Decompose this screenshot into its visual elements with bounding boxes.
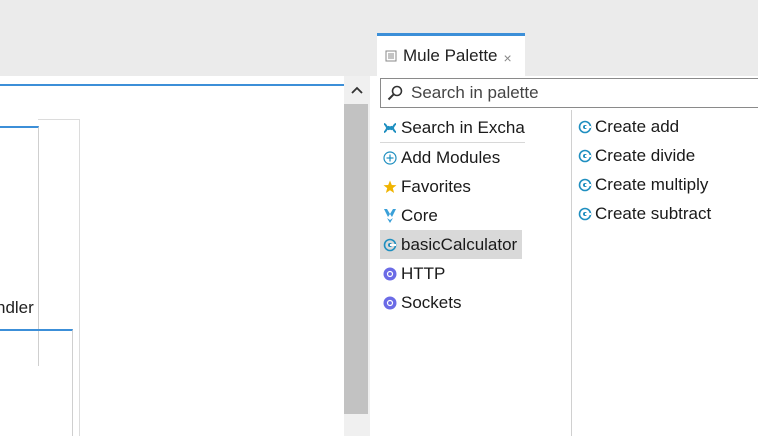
operation-label: Create multiply <box>595 174 709 194</box>
operation-icon <box>577 119 593 135</box>
close-icon[interactable]: × <box>504 50 512 66</box>
category-favorites[interactable]: Favorites <box>380 172 525 201</box>
operation-icon <box>577 206 593 222</box>
canvas-vertical-scrollbar[interactable] <box>344 76 370 436</box>
canvas-top-border <box>0 84 344 86</box>
chevron-up-icon <box>351 86 363 94</box>
scroll-up-button[interactable] <box>344 76 370 104</box>
palette-divider[interactable] <box>571 110 572 436</box>
category-core[interactable]: Core <box>380 201 525 230</box>
operation-create-divide[interactable]: Create divide <box>577 141 757 170</box>
category-label: Sockets <box>401 292 462 312</box>
palette-operation-list: Create add Create divide Create multiply… <box>577 112 757 228</box>
operation-create-multiply[interactable]: Create multiply <box>577 170 757 199</box>
operation-label: Create divide <box>595 145 696 165</box>
flow-box[interactable] <box>0 329 73 436</box>
tab-mule-palette[interactable]: Mule Palette × <box>377 33 525 76</box>
category-label: Add Modules <box>401 147 501 167</box>
exchange-icon <box>382 120 398 136</box>
category-label: basicCalculator <box>401 234 518 254</box>
module-icon <box>382 266 398 282</box>
category-add-modules[interactable]: Add Modules <box>380 143 525 172</box>
star-icon <box>382 179 398 195</box>
operation-icon <box>577 177 593 193</box>
category-sockets[interactable]: Sockets <box>380 288 525 317</box>
category-label: Core <box>401 205 438 225</box>
category-search-exchange[interactable]: Search in Exchange... <box>380 114 525 143</box>
category-basic-calculator[interactable]: basicCalculator <box>380 230 522 259</box>
core-icon <box>382 208 398 224</box>
palette-category-list: Search in Exchange... Add Modules Favori… <box>380 114 525 317</box>
mule-palette-panel: Search in Exchange... Add Modules Favori… <box>370 76 758 436</box>
operation-create-subtract[interactable]: Create subtract <box>577 199 757 228</box>
connector-icon <box>382 237 398 253</box>
palette-search-box[interactable] <box>380 78 758 108</box>
operation-create-add[interactable]: Create add <box>577 112 757 141</box>
operation-label: Create add <box>595 116 680 136</box>
category-http[interactable]: HTTP <box>380 259 525 288</box>
category-label: Search in Exchange... <box>401 118 525 137</box>
search-input[interactable] <box>411 83 751 103</box>
search-icon <box>387 84 405 102</box>
operation-label: Create subtract <box>595 203 712 223</box>
palette-list-icon <box>385 49 399 63</box>
add-circle-icon <box>382 150 398 166</box>
module-icon <box>382 295 398 311</box>
scroll-thumb[interactable] <box>344 104 368 414</box>
category-label: Favorites <box>401 176 471 196</box>
tab-title: Mule Palette <box>403 46 498 65</box>
operation-icon <box>577 148 593 164</box>
category-label: HTTP <box>401 263 446 283</box>
flow-canvas[interactable]: ndler <box>0 84 344 436</box>
error-handler-label: ndler <box>0 298 34 317</box>
